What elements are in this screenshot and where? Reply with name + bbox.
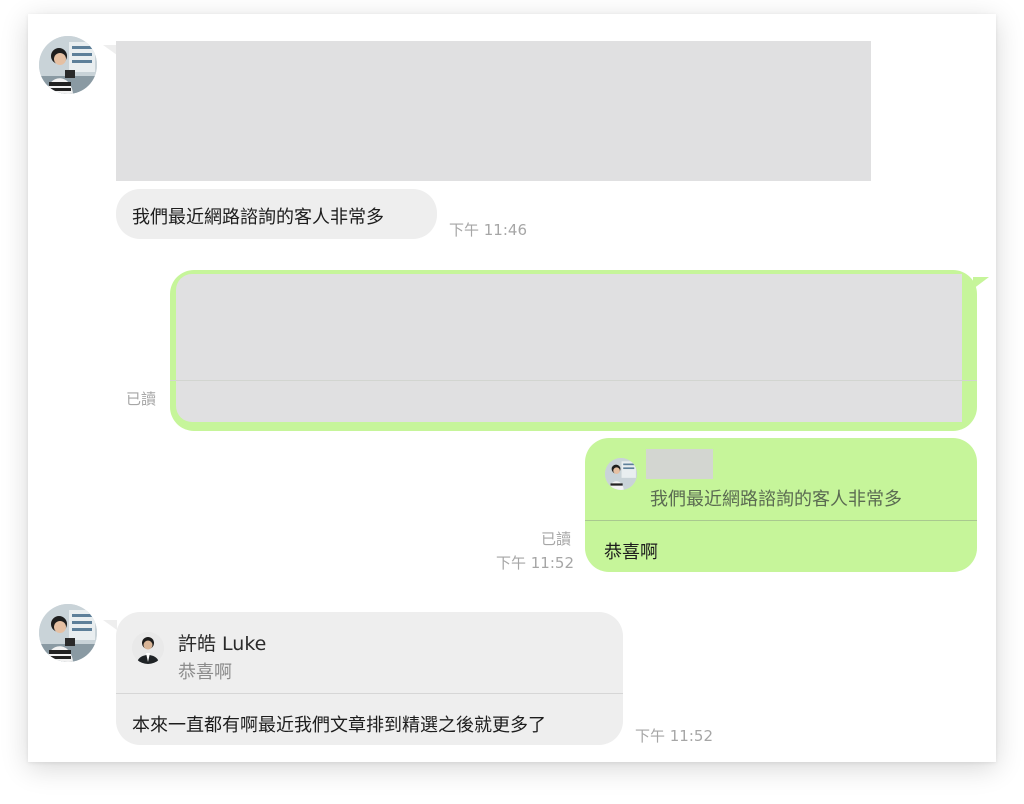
quote-divider (116, 693, 623, 694)
message-bubble[interactable]: 我們最近網路諮詢的客人非常多 (116, 189, 437, 239)
reply-bubble[interactable]: 我們最近網路諮詢的客人非常多 恭喜啊 (585, 438, 977, 572)
bubble-divider (170, 380, 977, 381)
read-status: 已讀 (126, 390, 157, 408)
bubble-tail (103, 45, 117, 55)
reply-text: 本來一直都有啊最近我們文章排到精選之後就更多了 (132, 715, 546, 736)
read-status: 已讀 (541, 530, 572, 548)
message-timestamp: 下午 11:46 (449, 221, 527, 239)
redacted-name (646, 449, 713, 479)
quote-divider (585, 520, 977, 521)
chat-thread: 我們最近網路諮詢的客人非常多 下午 11:46 已讀 我們最近網路諮詢的客人非常… (0, 0, 1024, 804)
contact-avatar[interactable] (39, 604, 97, 662)
quoted-avatar (132, 632, 164, 664)
bubble-tail (103, 620, 117, 630)
quoted-message-text: 我們最近網路諮詢的客人非常多 (650, 489, 902, 510)
outgoing-bubble[interactable] (170, 270, 977, 431)
redacted-content (176, 274, 962, 422)
quoted-message-text: 恭喜啊 (178, 662, 232, 683)
message-timestamp: 下午 11:52 (496, 554, 574, 572)
quoted-sender-name: 許皓 Luke (178, 633, 267, 655)
reply-bubble[interactable]: 許皓 Luke 恭喜啊 本來一直都有啊最近我們文章排到精選之後就更多了 (116, 612, 623, 745)
message-text: 我們最近網路諮詢的客人非常多 (132, 207, 384, 228)
redacted-image[interactable] (116, 41, 871, 181)
message-timestamp: 下午 11:52 (635, 727, 713, 745)
contact-avatar[interactable] (39, 36, 97, 94)
reply-text: 恭喜啊 (604, 542, 658, 563)
bubble-tail (973, 277, 989, 289)
quoted-avatar (605, 458, 637, 490)
